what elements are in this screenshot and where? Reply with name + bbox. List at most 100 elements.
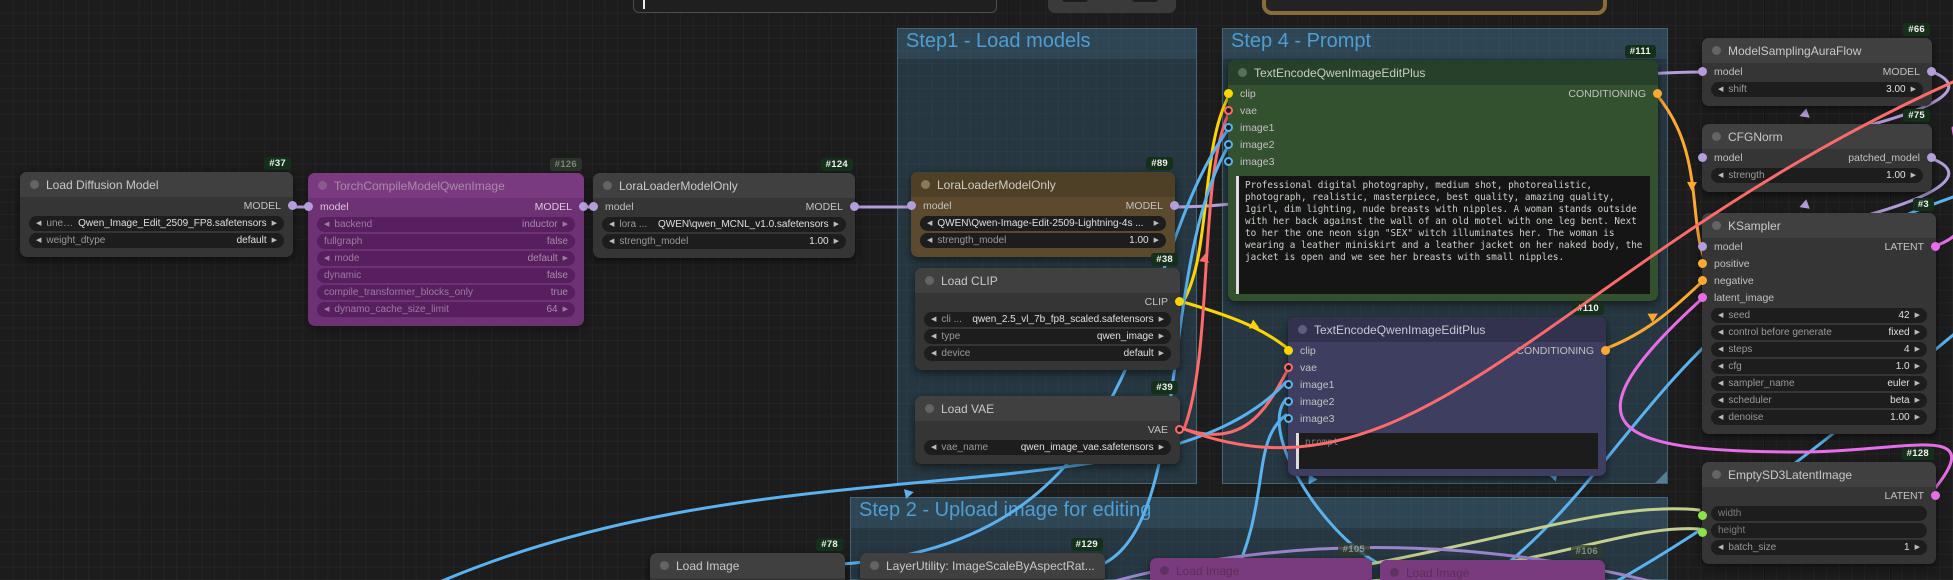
combo-left-arrow-icon[interactable] [1718, 414, 1723, 421]
patched-model-output-slot[interactable] [1927, 153, 1936, 162]
combo-right-arrow-icon[interactable] [1915, 363, 1920, 370]
group-step1-title[interactable]: Step1 - Load models [898, 29, 1196, 59]
combo-left-arrow-icon[interactable] [931, 444, 936, 451]
latent-output-slot[interactable] [1931, 491, 1940, 500]
model-output-slot[interactable] [850, 202, 859, 211]
clipped-gold-node[interactable] [1262, 0, 1607, 15]
positive-input-slot[interactable] [1698, 259, 1707, 268]
clip-name-combo[interactable]: cli ...qwen_2.5_vl_7b_fp8_scaled.safeten… [924, 312, 1171, 327]
collapse-dot-icon[interactable] [1390, 568, 1399, 577]
group-step2-title[interactable]: Step 2 - Upload image for editing [851, 498, 1667, 528]
combo-left-arrow-icon[interactable] [1718, 329, 1723, 336]
collapse-dot-icon[interactable] [925, 404, 934, 413]
unet-name-combo[interactable]: unet_ ...Qwen_Image_Edit_2509_FP8.safete… [29, 216, 284, 231]
model-input-slot[interactable] [907, 201, 916, 210]
combo-left-arrow-icon[interactable] [931, 333, 936, 340]
node-cfgnorm[interactable]: #75 CFGNorm modelpatched_model strength1… [1698, 109, 1936, 192]
type-combo[interactable]: typeqwen_image [924, 329, 1171, 344]
clip-output-slot[interactable] [1175, 297, 1184, 306]
combo-right-arrow-icon[interactable] [1915, 346, 1920, 353]
image3-input-slot[interactable] [1224, 157, 1233, 166]
node-text-encode-positive[interactable]: #111 TextEncodeQwenImageEditPlus clip CON… [1224, 45, 1662, 301]
combo-left-arrow-icon[interactable] [927, 220, 932, 227]
model-input-slot[interactable] [1698, 153, 1707, 162]
strength-model-stepper[interactable]: strength_model1.00 [602, 234, 846, 249]
negative-input-slot[interactable] [1698, 276, 1707, 285]
dynamo-cache-size-combo[interactable]: dynamo_cache_size_limit64 [317, 302, 575, 317]
collapse-dot-icon[interactable] [921, 180, 930, 189]
combo-right-arrow-icon[interactable] [1154, 237, 1159, 244]
scheduler-combo[interactable]: schedulerbeta [1711, 393, 1927, 408]
combo-right-arrow-icon[interactable] [563, 221, 568, 228]
combo-right-arrow-icon[interactable] [1915, 544, 1920, 551]
control-before-generate-combo[interactable]: control before generatefixed [1711, 325, 1927, 340]
combo-left-arrow-icon[interactable] [1718, 346, 1723, 353]
collapse-dot-icon[interactable] [1712, 221, 1721, 230]
model-output-slot[interactable] [1170, 201, 1179, 210]
node-load-image-106[interactable]: #106 Load Image [1380, 545, 1605, 580]
image1-input-slot[interactable] [1224, 123, 1233, 132]
node-model-sampling-auraflow[interactable]: #66 ModelSamplingAuraFlow modelMODEL shi… [1698, 23, 1936, 106]
collapse-dot-icon[interactable] [318, 181, 327, 190]
vae-input-slot[interactable] [1284, 363, 1293, 372]
collapse-dot-icon[interactable] [1712, 46, 1721, 55]
node-text-encode-negative[interactable]: #110 TextEncodeQwenImageEditPlus clip CON… [1284, 302, 1610, 476]
width-input-widget[interactable]: width [1711, 506, 1927, 521]
node-lora-loader-89[interactable]: #89 LoraLoaderModelOnly model MODEL QWEN\… [907, 157, 1179, 257]
combo-right-arrow-icon[interactable] [272, 237, 277, 244]
denoise-stepper[interactable]: denoise1.00 [1711, 410, 1927, 425]
node-load-image-105[interactable]: #105 Load Image [1150, 543, 1372, 580]
vae-output-slot[interactable] [1175, 425, 1184, 434]
combo-left-arrow-icon[interactable] [1718, 312, 1723, 319]
combo-left-arrow-icon[interactable] [931, 350, 936, 357]
node-layer-utility-scale[interactable]: #129 LayerUtility: ImageScaleByAspectRat… [860, 538, 1105, 580]
width-input-slot[interactable] [1698, 511, 1707, 520]
vae-name-combo[interactable]: vae_nameqwen_image_vae.safetensors [924, 440, 1171, 455]
lora-name-combo[interactable]: lora ...QWEN\qwen_MCNL_v1.0.safetensors [602, 217, 846, 232]
weight-dtype-combo[interactable]: weight_dtypedefault [29, 233, 284, 248]
latent-output-slot[interactable] [1931, 242, 1940, 251]
image3-input-slot[interactable] [1284, 414, 1293, 423]
model-output-slot[interactable] [288, 201, 297, 210]
height-input-widget[interactable]: height [1711, 523, 1927, 538]
combo-right-arrow-icon[interactable] [1911, 172, 1916, 179]
node-torch-compile-model[interactable]: #126 TorchCompileModelQwenImage model MOD… [304, 158, 588, 326]
collapse-dot-icon[interactable] [30, 180, 39, 189]
combo-right-arrow-icon[interactable] [1915, 380, 1920, 387]
image2-input-slot[interactable] [1284, 397, 1293, 406]
seed-stepper[interactable]: seed42 [1711, 308, 1927, 323]
combo-left-arrow-icon[interactable] [324, 255, 329, 262]
combo-left-arrow-icon[interactable] [1718, 397, 1723, 404]
combo-left-arrow-icon[interactable] [324, 306, 329, 313]
combo-right-arrow-icon[interactable] [1159, 316, 1164, 323]
collapse-dot-icon[interactable] [925, 276, 934, 285]
combo-right-arrow-icon[interactable] [1159, 333, 1164, 340]
compile-transformer-blocks-toggle[interactable]: compile_transformer_blocks_only true [317, 285, 575, 300]
clip-input-slot[interactable] [1284, 346, 1293, 355]
combo-left-arrow-icon[interactable] [931, 316, 936, 323]
node-load-vae[interactable]: #39 Load VAE VAE vae_nameqwen_image_vae.… [915, 381, 1184, 464]
clip-input-slot[interactable] [1224, 89, 1233, 98]
prompt-textarea[interactable]: Professional digital photography, medium… [1236, 176, 1650, 294]
combo-right-arrow-icon[interactable] [272, 220, 277, 227]
combo-right-arrow-icon[interactable] [1915, 397, 1920, 404]
combo-right-arrow-icon[interactable] [563, 255, 568, 262]
collapse-dot-icon[interactable] [660, 561, 669, 570]
model-input-slot[interactable] [589, 202, 598, 211]
combo-left-arrow-icon[interactable] [1718, 86, 1723, 93]
model-output-slot[interactable] [1927, 67, 1936, 76]
collapse-dot-icon[interactable] [603, 181, 612, 190]
lora-name-combo[interactable]: QWEN\Qwen-Image-Edit-2509-Lightning-4s .… [920, 216, 1166, 231]
combo-right-arrow-icon[interactable] [1911, 86, 1916, 93]
clipped-textarea-node[interactable] [633, 0, 997, 13]
combo-left-arrow-icon[interactable] [36, 220, 41, 227]
combo-right-arrow-icon[interactable] [1159, 444, 1164, 451]
collapse-dot-icon[interactable] [1160, 566, 1169, 575]
image1-input-slot[interactable] [1284, 380, 1293, 389]
combo-left-arrow-icon[interactable] [1718, 363, 1723, 370]
node-load-image-78[interactable]: #78 Load Image [650, 538, 845, 580]
combo-left-arrow-icon[interactable] [36, 237, 41, 244]
image2-input-slot[interactable] [1224, 140, 1233, 149]
collapse-dot-icon[interactable] [1298, 325, 1307, 334]
model-input-slot[interactable] [304, 202, 313, 211]
